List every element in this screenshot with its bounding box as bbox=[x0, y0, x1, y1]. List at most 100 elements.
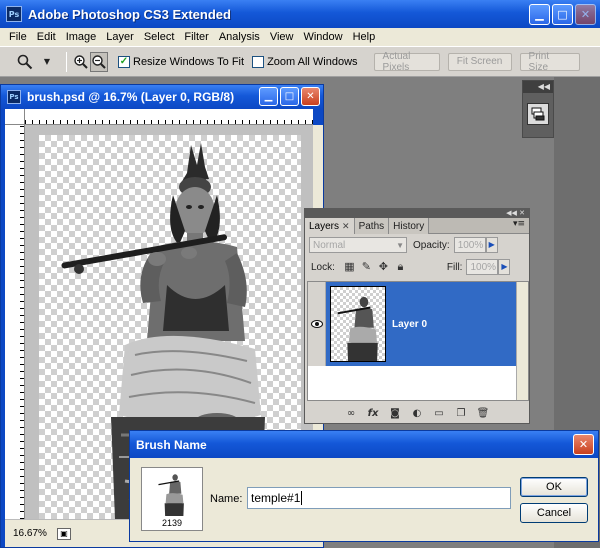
zoom-level[interactable]: 16.67% bbox=[13, 528, 57, 539]
collapse-dock-icon[interactable]: ◀◀ bbox=[523, 81, 553, 93]
layer-name[interactable]: Layer 0 bbox=[392, 319, 427, 330]
maximize-button[interactable]: □ bbox=[552, 4, 573, 25]
maximize-icon: □ bbox=[557, 8, 568, 21]
print-size-button[interactable]: Print Size bbox=[519, 51, 580, 73]
menu-window[interactable]: Window bbox=[298, 31, 347, 43]
new-layer-icon[interactable]: ❐ bbox=[454, 408, 468, 420]
fill-label: Fill: bbox=[446, 261, 463, 273]
zoom-in-icon bbox=[74, 54, 88, 69]
tool-preset-picker[interactable] bbox=[16, 52, 34, 72]
menu-image[interactable]: Image bbox=[61, 31, 102, 43]
panel-collapse-bar[interactable]: ◀◀ ✕ bbox=[305, 209, 529, 218]
layers-panel: ◀◀ ✕ Layers ✕ Paths History ▾≡ Normal ▼ … bbox=[304, 208, 530, 424]
lock-label: Lock: bbox=[311, 261, 335, 273]
actual-pixels-button[interactable]: Actual Pixels bbox=[373, 51, 440, 73]
zoom-out-button[interactable] bbox=[90, 51, 108, 72]
tab-paths[interactable]: Paths bbox=[354, 218, 390, 234]
tab-layers[interactable]: Layers ✕ bbox=[305, 218, 355, 234]
resize-windows-option[interactable]: ✓ Resize Windows To Fit bbox=[118, 55, 244, 68]
panel-dock: ◀◀ bbox=[522, 80, 554, 138]
lock-transparency-icon[interactable]: ▦ bbox=[343, 261, 356, 274]
fill-slider-arrow-icon[interactable]: ▶ bbox=[498, 259, 511, 275]
opacity-slider-arrow-icon[interactable]: ▶ bbox=[485, 237, 498, 253]
layers-list-scrollbar[interactable] bbox=[516, 282, 528, 400]
close-icon: ✕ bbox=[306, 90, 315, 102]
horizontal-ruler[interactable] bbox=[25, 109, 313, 125]
dialog-title: Brush Name bbox=[136, 437, 207, 452]
zoom-icon bbox=[17, 54, 33, 69]
menu-bar: File Edit Image Layer Select Filter Anal… bbox=[0, 28, 600, 46]
tab-close-icon[interactable]: ✕ bbox=[342, 221, 350, 232]
new-group-folder-icon[interactable]: ▭ bbox=[432, 408, 446, 420]
zoom-all-windows-option[interactable]: Zoom All Windows bbox=[252, 55, 358, 68]
layer-thumbnail-figure bbox=[337, 296, 378, 361]
eye-icon bbox=[310, 320, 323, 328]
close-button[interactable]: ✕ bbox=[575, 4, 596, 25]
layer-style-fx-icon[interactable]: fx bbox=[366, 408, 380, 420]
brush-name-dialog: Brush Name ✕ 2139 Name: temple#1 OK Canc… bbox=[129, 430, 599, 542]
zoom-all-windows-checkbox[interactable] bbox=[252, 55, 265, 68]
layer-row[interactable]: Layer 0 bbox=[308, 282, 516, 366]
tab-history[interactable]: History bbox=[389, 218, 430, 234]
document-close-button[interactable]: ✕ bbox=[301, 87, 320, 106]
lock-pixels-brush-icon[interactable]: ✎ bbox=[360, 261, 373, 274]
zoom-in-button[interactable] bbox=[72, 52, 90, 72]
chevron-down-icon: ▼ bbox=[396, 240, 404, 250]
minimize-icon: ▁ bbox=[535, 8, 544, 21]
lock-position-move-icon[interactable]: ✥ bbox=[377, 261, 390, 274]
lock-all-padlock-icon[interactable]: 🔒︎ bbox=[394, 261, 407, 274]
opacity-field[interactable]: 100% bbox=[453, 237, 486, 253]
menu-file[interactable]: File bbox=[4, 31, 32, 43]
layers-panel-dock-button[interactable] bbox=[527, 103, 549, 125]
menu-edit[interactable]: Edit bbox=[32, 31, 61, 43]
menu-select[interactable]: Select bbox=[139, 31, 180, 43]
menu-view[interactable]: View bbox=[265, 31, 299, 43]
menu-help[interactable]: Help bbox=[348, 31, 381, 43]
options-bar: ▼ ✓ Resize Windows To Fit Zoom All Windo… bbox=[0, 46, 600, 77]
menu-layer[interactable]: Layer bbox=[101, 31, 139, 43]
document-maximize-button[interactable]: □ bbox=[280, 87, 299, 106]
panel-menu-icon[interactable]: ▾≡ bbox=[513, 219, 525, 229]
minimize-button[interactable]: ▁ bbox=[529, 4, 550, 25]
lock-fill-row: Lock: ▦ ✎ ✥ 🔒︎ Fill: 100% ▶ bbox=[305, 256, 529, 278]
layers-panel-footer: ∞ fx ◙ ◐ ▭ ❐ 🗑︎ bbox=[305, 405, 529, 423]
add-mask-icon[interactable]: ◙ bbox=[388, 408, 402, 420]
minimize-icon: ▁ bbox=[264, 90, 273, 102]
layer-visibility-toggle[interactable] bbox=[308, 282, 326, 366]
delete-layer-trash-icon[interactable]: 🗑︎ bbox=[476, 408, 490, 420]
vertical-ruler[interactable] bbox=[5, 125, 25, 519]
fill-field[interactable]: 100% bbox=[466, 259, 499, 275]
brush-name-input[interactable]: temple#1 bbox=[247, 487, 511, 509]
opacity-label: Opacity: bbox=[413, 239, 450, 251]
status-info-icon[interactable]: ▣ bbox=[57, 527, 71, 540]
adjustment-layer-icon[interactable]: ◐ bbox=[410, 408, 424, 420]
dialog-titlebar[interactable]: Brush Name ✕ bbox=[130, 431, 598, 458]
panel-tabs: Layers ✕ Paths History ▾≡ bbox=[305, 218, 529, 234]
menu-analysis[interactable]: Analysis bbox=[214, 31, 265, 43]
fit-screen-button[interactable]: Fit Screen bbox=[447, 52, 512, 71]
app-title: Adobe Photoshop CS3 Extended bbox=[28, 6, 231, 22]
brush-preview: 2139 bbox=[141, 467, 203, 531]
document-logo-icon: Ps bbox=[7, 90, 21, 104]
menu-filter[interactable]: Filter bbox=[179, 31, 213, 43]
layer-selected-body[interactable]: Layer 0 bbox=[326, 282, 516, 366]
photoshop-logo-icon: Ps bbox=[6, 6, 22, 22]
document-titlebar[interactable]: Ps brush.psd @ 16.7% (Layer 0, RGB/8) ▁ … bbox=[1, 85, 323, 109]
dialog-close-button[interactable]: ✕ bbox=[573, 434, 594, 455]
chevron-down-icon[interactable]: ▼ bbox=[38, 52, 56, 72]
zoom-all-windows-label: Zoom All Windows bbox=[267, 55, 358, 68]
maximize-icon: □ bbox=[284, 90, 295, 102]
zoom-out-icon bbox=[92, 54, 106, 69]
resize-windows-checkbox[interactable]: ✓ bbox=[118, 55, 130, 68]
document-minimize-button[interactable]: ▁ bbox=[259, 87, 278, 106]
cancel-button[interactable]: Cancel bbox=[520, 503, 588, 523]
document-title: brush.psd @ 16.7% (Layer 0, RGB/8) bbox=[27, 90, 235, 104]
tab-layers-label: Layers bbox=[309, 220, 340, 232]
ok-button[interactable]: OK bbox=[520, 477, 588, 497]
text-caret bbox=[301, 491, 303, 505]
ruler-origin[interactable] bbox=[5, 109, 25, 125]
blend-opacity-row: Normal ▼ Opacity: 100% ▶ bbox=[305, 234, 529, 256]
blend-mode-value: Normal bbox=[313, 239, 346, 251]
blend-mode-select[interactable]: Normal ▼ bbox=[309, 237, 407, 253]
link-layers-icon[interactable]: ∞ bbox=[344, 408, 358, 420]
